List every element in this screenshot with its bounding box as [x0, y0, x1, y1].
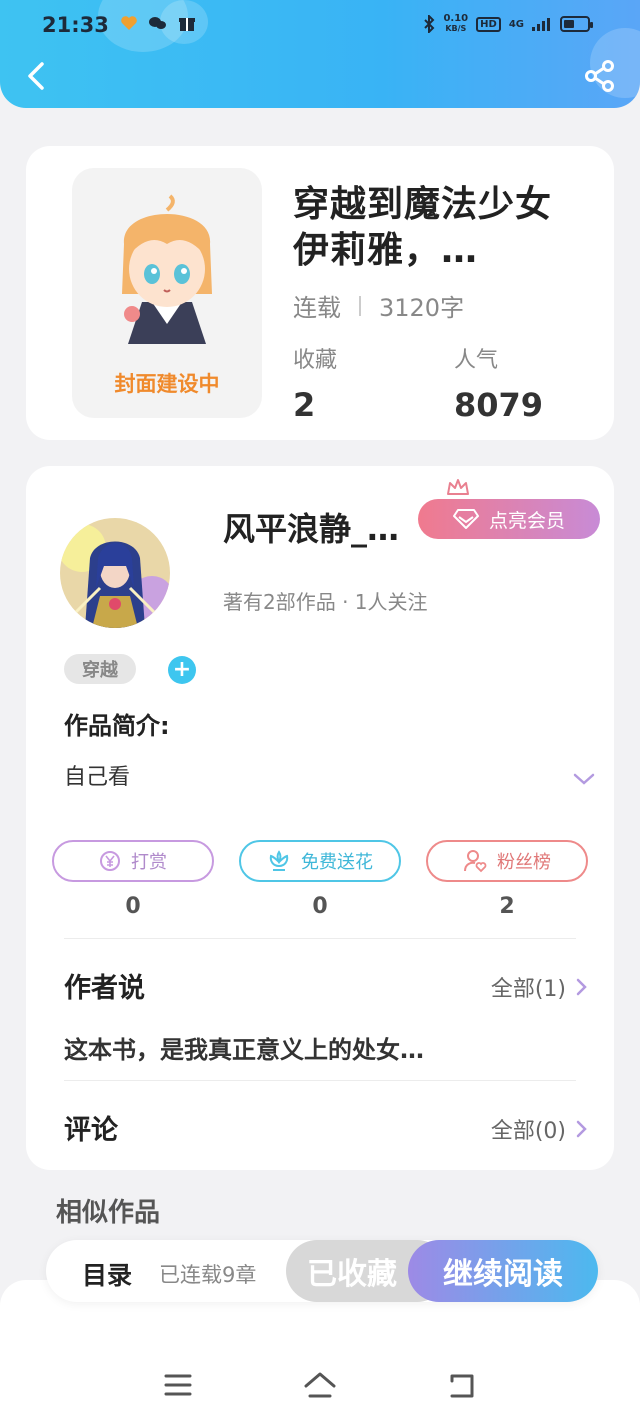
- author-say-text[interactable]: 这本书，是我真正意义上的处女…: [64, 1030, 424, 1065]
- crown-icon: [447, 479, 469, 495]
- send-flower-button[interactable]: 免费送花: [239, 840, 401, 882]
- book-status: 连载: [293, 294, 341, 322]
- book-meta: 连载 3120字: [293, 288, 464, 323]
- heart-app-icon: [121, 16, 137, 30]
- avatar-illustration: [60, 518, 170, 628]
- fan-ranking-label: 粉丝榜: [497, 852, 551, 873]
- diamond-icon: [452, 509, 479, 529]
- vip-button[interactable]: 点亮会员: [418, 499, 600, 539]
- status-bar: 21:33 0.10 KB/S HD 4G: [0, 0, 640, 52]
- author-say-title: 作者说: [64, 973, 145, 1004]
- book-title: 穿越到魔法少女伊莉雅，…: [293, 184, 553, 271]
- wechat-icon: [149, 17, 166, 29]
- comments-all-link[interactable]: 全部(0): [491, 1113, 588, 1145]
- back-button[interactable]: [22, 58, 52, 94]
- divider: [64, 1080, 576, 1081]
- anime-girl-illustration: [122, 194, 212, 344]
- chapter-count: 已连载9章: [159, 1263, 257, 1287]
- chevron-right-icon: [576, 978, 587, 996]
- word-count: 3120字: [379, 294, 465, 322]
- comments-all-label: 全部(0): [490, 1119, 566, 1144]
- menu-icon[interactable]: [158, 1368, 198, 1402]
- similar-works-title: 相似作品: [56, 1198, 161, 1228]
- add-tag-button[interactable]: +: [168, 656, 196, 684]
- tip-count: 0: [125, 894, 141, 919]
- home-icon[interactable]: [300, 1368, 340, 1402]
- favorites-label: 收藏: [293, 348, 338, 373]
- author-name[interactable]: 风平浪静_…: [223, 504, 399, 550]
- notification-icons: [120, 14, 196, 32]
- fan-ranking-button[interactable]: 粉丝榜: [426, 840, 588, 882]
- hd-badge: HD: [476, 16, 501, 32]
- book-detail-card: 风平浪静_… 点亮会员 著有2部作品 · 1人关注 穿越 + 作品简介: 自己看…: [26, 466, 614, 1170]
- intro-text: 自己看: [64, 765, 131, 790]
- gift-icon: [179, 18, 195, 31]
- system-status-icons: 0.10 KB/S HD 4G: [423, 14, 593, 34]
- app-header: 21:33 0.10 KB/S HD 4G: [0, 0, 640, 108]
- send-flower-label: 免费送花: [301, 852, 373, 873]
- cover-placeholder-text: 封面建设中: [114, 372, 220, 396]
- tip-label: 打赏: [131, 852, 167, 873]
- back-nav-icon[interactable]: [442, 1368, 482, 1402]
- yen-coin-icon: [100, 851, 120, 871]
- toc-button[interactable]: 目录: [82, 1256, 132, 1292]
- tag-chip[interactable]: 穿越: [64, 654, 136, 684]
- tip-button[interactable]: 打赏: [52, 840, 214, 882]
- share-button[interactable]: [582, 58, 618, 94]
- status-time: 21:33: [42, 13, 109, 37]
- book-cover[interactable]: 封面建设中: [72, 168, 262, 418]
- meta-divider: [359, 295, 361, 316]
- intro-title: 作品简介:: [64, 712, 170, 740]
- bluetooth-icon: [424, 15, 435, 33]
- popularity-label: 人气: [454, 348, 499, 373]
- favorites-value: 2: [293, 386, 316, 424]
- author-say-all-link[interactable]: 全部(1): [491, 971, 588, 1003]
- comments-title: 评论: [64, 1115, 118, 1146]
- net-speed-unit: KB/S: [445, 24, 467, 33]
- chevron-right-icon: [576, 1120, 587, 1138]
- collected-label: 已收藏: [307, 1257, 397, 1292]
- bottom-action-bar: 目录 已连载9章 已收藏 继续阅读: [46, 1240, 598, 1302]
- signal-label: 4G: [508, 18, 524, 30]
- flower-count: 0: [312, 894, 328, 919]
- user-heart-icon: [464, 850, 487, 873]
- net-speed: 0.10 KB/S: [443, 14, 468, 34]
- book-info-card: 封面建设中 穿越到魔法少女伊莉雅，… 连载 3120字 收藏 2 人气 8079: [26, 146, 614, 440]
- continue-reading-button[interactable]: 继续阅读: [408, 1240, 598, 1302]
- net-speed-value: 0.10: [443, 13, 469, 24]
- author-avatar[interactable]: [60, 518, 170, 628]
- author-meta: 著有2部作品 · 1人关注: [223, 590, 428, 614]
- continue-reading-label: 继续阅读: [443, 1257, 563, 1292]
- signal-bars-icon: [532, 18, 550, 31]
- flower-icon: [269, 850, 289, 871]
- popularity-value: 8079: [454, 386, 544, 424]
- vip-button-label: 点亮会员: [488, 509, 565, 532]
- divider: [64, 938, 576, 939]
- chevron-down-icon[interactable]: [572, 771, 596, 787]
- fan-count: 2: [499, 894, 515, 919]
- battery-icon: [560, 16, 593, 32]
- author-say-all-label: 全部(1): [490, 977, 566, 1002]
